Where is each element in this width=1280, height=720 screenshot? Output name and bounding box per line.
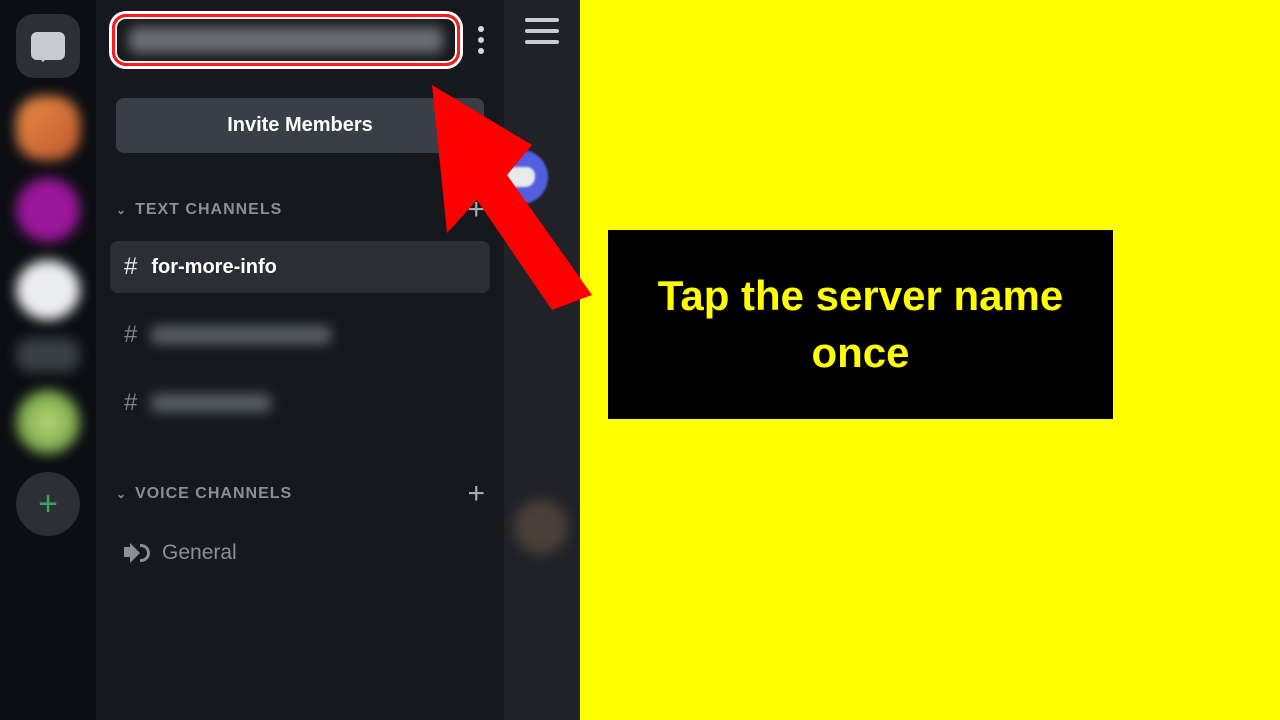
channel-blurred[interactable]: # — [110, 377, 490, 429]
invite-members-button[interactable]: Invite Members — [116, 98, 484, 153]
channel-label-blurred — [151, 326, 331, 344]
discord-app-region: + Invite Members ⌄ TEXT CHANNELS + # for… — [0, 0, 580, 720]
channel-label-blurred — [151, 394, 271, 412]
server-icon-blurred[interactable] — [16, 338, 80, 372]
direct-messages-button[interactable] — [16, 14, 80, 78]
instruction-callout: Tap the server name once — [608, 230, 1113, 419]
server-icon-blurred[interactable] — [16, 96, 80, 160]
channel-blurred[interactable]: # — [110, 309, 490, 361]
text-channels-header[interactable]: ⌄ TEXT CHANNELS + — [96, 153, 504, 233]
add-server-button[interactable]: + — [16, 472, 80, 536]
server-icon-blurred[interactable] — [16, 178, 80, 242]
voice-channel-general[interactable]: General — [110, 529, 490, 577]
server-more-options[interactable] — [468, 26, 494, 54]
server-header — [96, 0, 504, 80]
channel-label: for-more-info — [151, 256, 277, 279]
server-rail: + — [0, 0, 96, 720]
discord-logo-icon — [494, 150, 548, 204]
chevron-down-icon: ⌄ — [116, 203, 127, 217]
avatar-blurred — [514, 500, 568, 554]
add-voice-channel-button[interactable]: + — [467, 477, 486, 511]
hash-icon: # — [124, 253, 137, 281]
add-channel-button[interactable]: + — [467, 193, 486, 227]
plus-icon: + — [38, 485, 58, 524]
hash-icon: # — [124, 321, 137, 349]
channel-panel: Invite Members ⌄ TEXT CHANNELS + # for-m… — [96, 0, 504, 720]
voice-channel-label: General — [162, 541, 237, 565]
hash-icon: # — [124, 389, 137, 417]
section-label: TEXT CHANNELS — [135, 201, 282, 219]
section-label: VOICE CHANNELS — [135, 485, 292, 503]
chat-area-sliver — [504, 0, 580, 720]
voice-channels-header[interactable]: ⌄ VOICE CHANNELS + — [96, 437, 504, 517]
chat-bubble-icon — [31, 32, 65, 60]
server-name-blurred — [129, 27, 443, 53]
server-name-button[interactable] — [112, 14, 460, 66]
channel-for-more-info[interactable]: # for-more-info — [110, 241, 490, 293]
server-icon-blurred[interactable] — [16, 390, 80, 454]
server-icon-blurred[interactable] — [16, 260, 80, 320]
speaker-icon — [124, 542, 146, 564]
hamburger-menu-button[interactable] — [525, 18, 559, 44]
chevron-down-icon: ⌄ — [116, 487, 127, 501]
